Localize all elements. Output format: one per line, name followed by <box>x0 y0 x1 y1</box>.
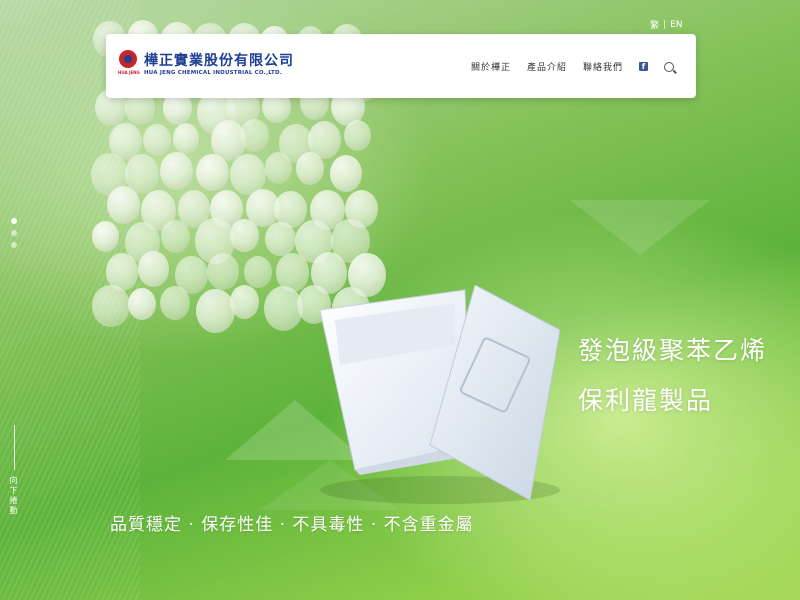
foam-bead <box>295 152 325 186</box>
foam-bead <box>263 286 304 332</box>
foam-bead <box>229 284 260 320</box>
slider-dot[interactable] <box>11 218 17 224</box>
foam-bead <box>330 155 363 193</box>
foam-bead <box>161 219 190 253</box>
foam-bead <box>140 190 177 231</box>
slider-dot[interactable] <box>11 242 17 248</box>
foam-box-image <box>319 285 561 504</box>
hero-tagline: 品質穩定 · 保存性佳 · 不具毒性 · 不含重金屬 <box>110 515 474 535</box>
foam-bead <box>207 253 239 290</box>
brand-english-name: HUA JENG CHEMICAL INDUSTRIAL CO.,LTD. <box>144 70 283 76</box>
brand-name[interactable]: 樺正實業股份有限公司 <box>144 50 294 70</box>
lang-en-link[interactable]: EN <box>670 20 682 30</box>
site-header: HUA JENG 樺正實業股份有限公司 HUA JENG CHEMICAL IN… <box>106 34 696 98</box>
company-logo-icon[interactable]: HUA JENG <box>118 48 140 80</box>
foam-bead <box>240 119 269 153</box>
foam-bead <box>172 123 200 154</box>
hero-headline: 發泡級聚苯乙烯 保利龍製品 <box>578 326 767 426</box>
foam-bead <box>344 120 372 152</box>
logo-subtext: HUA JENG <box>118 70 140 75</box>
foam-bead <box>229 153 266 196</box>
foam-bead <box>211 120 247 161</box>
foam-bead <box>196 154 229 192</box>
foam-bead <box>160 285 190 321</box>
foam-bead <box>195 288 235 334</box>
main-nav: 關於樺正 產品介紹 聯絡我們 f <box>471 60 674 73</box>
foam-bead <box>142 124 171 157</box>
scroll-down-hint[interactable]: 向下捲動 <box>9 476 19 516</box>
nav-contact[interactable]: 聯絡我們 <box>583 60 623 73</box>
foam-bead <box>245 188 280 228</box>
foam-bead <box>295 220 333 264</box>
foam-bead <box>275 253 310 292</box>
foam-bead <box>310 189 346 230</box>
foam-bead <box>265 221 296 257</box>
foam-bead <box>244 256 273 289</box>
foam-bead <box>160 152 194 190</box>
scroll-line <box>14 425 15 470</box>
foam-bead <box>195 218 235 264</box>
foam-bead <box>331 218 370 263</box>
lang-zh-link[interactable]: 繁 <box>650 18 659 31</box>
nav-about[interactable]: 關於樺正 <box>471 60 511 73</box>
foam-bead <box>278 124 313 163</box>
foam-bead <box>210 189 244 228</box>
hero-headline-line1: 發泡級聚苯乙烯 <box>578 336 768 365</box>
hero-headline-line2: 保利龍製品 <box>578 386 714 415</box>
nav-products[interactable]: 產品介紹 <box>527 60 567 73</box>
language-switch: 繁 | EN <box>650 18 682 32</box>
foam-bead <box>344 190 378 229</box>
foam-bead <box>308 120 342 159</box>
chevron-decoration <box>570 200 710 255</box>
search-icon[interactable] <box>664 61 674 72</box>
slider-dot[interactable] <box>11 230 17 236</box>
facebook-icon[interactable]: f <box>639 62 648 71</box>
foam-bead <box>229 219 259 253</box>
foam-bead <box>175 256 208 294</box>
foam-bead <box>265 152 293 184</box>
foam-bead <box>274 190 307 228</box>
lang-separator: | <box>663 19 667 30</box>
slider-dots <box>11 218 17 248</box>
foam-bead <box>138 251 169 287</box>
foam-bead <box>177 190 211 228</box>
